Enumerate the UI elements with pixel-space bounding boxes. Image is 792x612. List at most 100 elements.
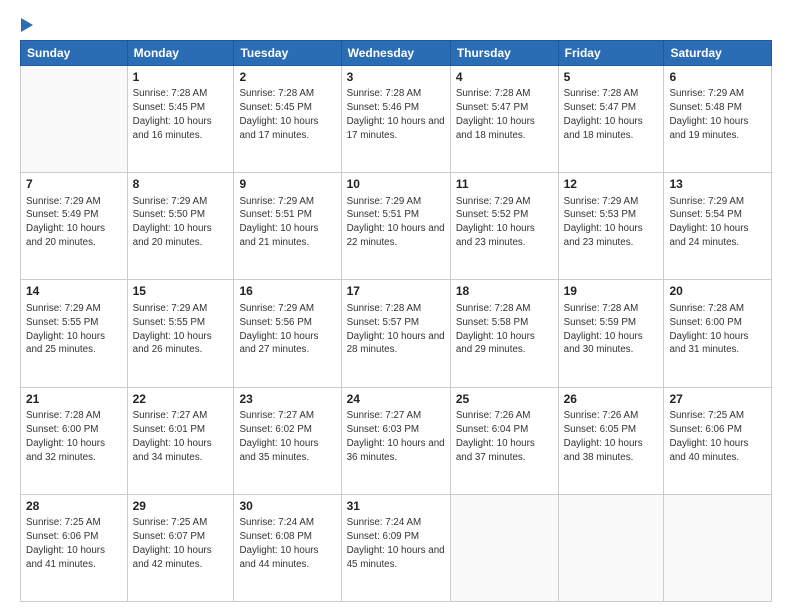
day-number: 27 xyxy=(669,391,766,408)
calendar-page: SundayMondayTuesdayWednesdayThursdayFrid… xyxy=(0,0,792,612)
day-info: Sunrise: 7:29 AM Sunset: 5:56 PM Dayligh… xyxy=(239,302,335,358)
calendar-cell: 19 Sunrise: 7:28 AM Sunset: 5:59 PM Dayli… xyxy=(558,280,664,387)
day-number: 6 xyxy=(669,69,766,86)
day-number: 20 xyxy=(669,283,766,300)
day-info: Sunrise: 7:29 AM Sunset: 5:50 PM Dayligh… xyxy=(133,195,229,251)
day-info: Sunrise: 7:28 AM Sunset: 6:00 PM Dayligh… xyxy=(26,409,122,465)
day-number: 29 xyxy=(133,498,229,515)
week-row-2: 7 Sunrise: 7:29 AM Sunset: 5:49 PM Daylig… xyxy=(21,173,772,280)
day-number: 26 xyxy=(564,391,659,408)
weekday-header-wednesday: Wednesday xyxy=(341,41,450,66)
calendar-cell xyxy=(450,494,558,601)
calendar-cell: 11 Sunrise: 7:29 AM Sunset: 5:52 PM Dayli… xyxy=(450,173,558,280)
day-number: 24 xyxy=(347,391,445,408)
day-number: 17 xyxy=(347,283,445,300)
weekday-header-row: SundayMondayTuesdayWednesdayThursdayFrid… xyxy=(21,41,772,66)
day-info: Sunrise: 7:28 AM Sunset: 6:00 PM Dayligh… xyxy=(669,302,766,358)
calendar-cell xyxy=(558,494,664,601)
calendar-cell: 16 Sunrise: 7:29 AM Sunset: 5:56 PM Dayli… xyxy=(234,280,341,387)
day-number: 15 xyxy=(133,283,229,300)
day-number: 28 xyxy=(26,498,122,515)
calendar-cell: 23Sunrise: 7:27 AM Sunset: 6:02 PM Dayli… xyxy=(234,387,341,494)
day-info: Sunrise: 7:28 AM Sunset: 5:58 PM Dayligh… xyxy=(456,302,553,358)
calendar-cell: 31Sunrise: 7:24 AM Sunset: 6:09 PM Dayli… xyxy=(341,494,450,601)
day-info: Sunrise: 7:28 AM Sunset: 5:59 PM Dayligh… xyxy=(564,302,659,358)
day-info: Sunrise: 7:29 AM Sunset: 5:51 PM Dayligh… xyxy=(239,195,335,251)
day-info: Sunrise: 7:28 AM Sunset: 5:57 PM Dayligh… xyxy=(347,302,445,358)
weekday-header-sunday: Sunday xyxy=(21,41,128,66)
week-row-4: 21Sunrise: 7:28 AM Sunset: 6:00 PM Dayli… xyxy=(21,387,772,494)
calendar-cell: 13Sunrise: 7:29 AM Sunset: 5:54 PM Dayli… xyxy=(664,173,772,280)
calendar-cell: 15 Sunrise: 7:29 AM Sunset: 5:55 PM Dayli… xyxy=(127,280,234,387)
day-number: 9 xyxy=(239,176,335,193)
day-number: 2 xyxy=(239,69,335,86)
day-number: 18 xyxy=(456,283,553,300)
calendar-cell: 25Sunrise: 7:26 AM Sunset: 6:04 PM Dayli… xyxy=(450,387,558,494)
calendar-table: SundayMondayTuesdayWednesdayThursdayFrid… xyxy=(20,40,772,602)
day-number: 21 xyxy=(26,391,122,408)
logo-arrow-icon xyxy=(21,18,33,32)
day-info: Sunrise: 7:27 AM Sunset: 6:02 PM Dayligh… xyxy=(239,409,335,465)
calendar-cell: 20 Sunrise: 7:28 AM Sunset: 6:00 PM Dayli… xyxy=(664,280,772,387)
calendar-cell: 6Sunrise: 7:29 AM Sunset: 5:48 PM Daylig… xyxy=(664,66,772,173)
day-number: 25 xyxy=(456,391,553,408)
day-info: Sunrise: 7:28 AM Sunset: 5:46 PM Dayligh… xyxy=(347,87,445,143)
day-number: 11 xyxy=(456,176,553,193)
day-info: Sunrise: 7:26 AM Sunset: 6:05 PM Dayligh… xyxy=(564,409,659,465)
day-number: 3 xyxy=(347,69,445,86)
day-number: 7 xyxy=(26,176,122,193)
weekday-header-saturday: Saturday xyxy=(664,41,772,66)
calendar-cell xyxy=(664,494,772,601)
calendar-cell: 10Sunrise: 7:29 AM Sunset: 5:51 PM Dayli… xyxy=(341,173,450,280)
day-number: 30 xyxy=(239,498,335,515)
weekday-header-tuesday: Tuesday xyxy=(234,41,341,66)
calendar-cell: 8 Sunrise: 7:29 AM Sunset: 5:50 PM Daylig… xyxy=(127,173,234,280)
day-number: 12 xyxy=(564,176,659,193)
calendar-cell: 17 Sunrise: 7:28 AM Sunset: 5:57 PM Dayli… xyxy=(341,280,450,387)
calendar-cell: 22Sunrise: 7:27 AM Sunset: 6:01 PM Dayli… xyxy=(127,387,234,494)
calendar-cell: 18 Sunrise: 7:28 AM Sunset: 5:58 PM Dayli… xyxy=(450,280,558,387)
day-number: 23 xyxy=(239,391,335,408)
day-number: 5 xyxy=(564,69,659,86)
day-info: Sunrise: 7:25 AM Sunset: 6:06 PM Dayligh… xyxy=(669,409,766,465)
day-info: Sunrise: 7:28 AM Sunset: 5:45 PM Dayligh… xyxy=(239,87,335,143)
calendar-cell: 1Sunrise: 7:28 AM Sunset: 5:45 PM Daylig… xyxy=(127,66,234,173)
calendar-body: 1Sunrise: 7:28 AM Sunset: 5:45 PM Daylig… xyxy=(21,66,772,602)
day-number: 22 xyxy=(133,391,229,408)
day-info: Sunrise: 7:27 AM Sunset: 6:03 PM Dayligh… xyxy=(347,409,445,465)
day-number: 10 xyxy=(347,176,445,193)
day-number: 31 xyxy=(347,498,445,515)
day-info: Sunrise: 7:29 AM Sunset: 5:49 PM Dayligh… xyxy=(26,195,122,251)
calendar-cell: 26Sunrise: 7:26 AM Sunset: 6:05 PM Dayli… xyxy=(558,387,664,494)
day-info: Sunrise: 7:29 AM Sunset: 5:55 PM Dayligh… xyxy=(26,302,122,358)
day-info: Sunrise: 7:28 AM Sunset: 5:47 PM Dayligh… xyxy=(456,87,553,143)
day-info: Sunrise: 7:29 AM Sunset: 5:55 PM Dayligh… xyxy=(133,302,229,358)
weekday-header-monday: Monday xyxy=(127,41,234,66)
day-info: Sunrise: 7:24 AM Sunset: 6:09 PM Dayligh… xyxy=(347,516,445,572)
calendar-cell: 9 Sunrise: 7:29 AM Sunset: 5:51 PM Daylig… xyxy=(234,173,341,280)
day-number: 13 xyxy=(669,176,766,193)
day-info: Sunrise: 7:26 AM Sunset: 6:04 PM Dayligh… xyxy=(456,409,553,465)
calendar-cell: 12Sunrise: 7:29 AM Sunset: 5:53 PM Dayli… xyxy=(558,173,664,280)
calendar-cell: 24Sunrise: 7:27 AM Sunset: 6:03 PM Dayli… xyxy=(341,387,450,494)
day-number: 16 xyxy=(239,283,335,300)
day-info: Sunrise: 7:27 AM Sunset: 6:01 PM Dayligh… xyxy=(133,409,229,465)
day-info: Sunrise: 7:29 AM Sunset: 5:52 PM Dayligh… xyxy=(456,195,553,251)
day-info: Sunrise: 7:25 AM Sunset: 6:07 PM Dayligh… xyxy=(133,516,229,572)
day-info: Sunrise: 7:28 AM Sunset: 5:47 PM Dayligh… xyxy=(564,87,659,143)
calendar-cell: 3Sunrise: 7:28 AM Sunset: 5:46 PM Daylig… xyxy=(341,66,450,173)
day-info: Sunrise: 7:28 AM Sunset: 5:45 PM Dayligh… xyxy=(133,87,229,143)
header xyxy=(20,18,772,32)
calendar-header: SundayMondayTuesdayWednesdayThursdayFrid… xyxy=(21,41,772,66)
day-info: Sunrise: 7:24 AM Sunset: 6:08 PM Dayligh… xyxy=(239,516,335,572)
calendar-cell: 30Sunrise: 7:24 AM Sunset: 6:08 PM Dayli… xyxy=(234,494,341,601)
logo xyxy=(20,18,33,32)
day-number: 19 xyxy=(564,283,659,300)
day-number: 1 xyxy=(133,69,229,86)
day-number: 8 xyxy=(133,176,229,193)
week-row-5: 28Sunrise: 7:25 AM Sunset: 6:06 PM Dayli… xyxy=(21,494,772,601)
day-number: 14 xyxy=(26,283,122,300)
calendar-cell: 21Sunrise: 7:28 AM Sunset: 6:00 PM Dayli… xyxy=(21,387,128,494)
day-info: Sunrise: 7:25 AM Sunset: 6:06 PM Dayligh… xyxy=(26,516,122,572)
calendar-cell: 29Sunrise: 7:25 AM Sunset: 6:07 PM Dayli… xyxy=(127,494,234,601)
